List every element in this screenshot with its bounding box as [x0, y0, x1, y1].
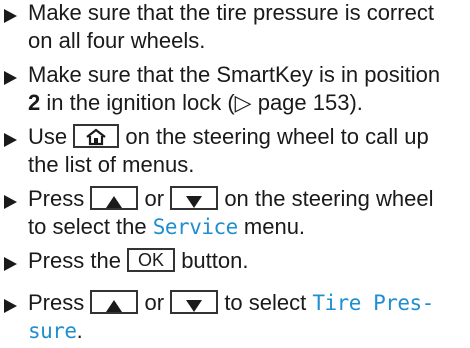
triangle-bullet-icon [4, 299, 17, 313]
step-text-pre: Press the [28, 248, 121, 273]
step-text-post: button. [181, 248, 249, 273]
step-text-or: or [144, 290, 165, 315]
position-number: 2 [28, 90, 41, 115]
triangle-bullet-icon [4, 133, 17, 147]
up-key [90, 290, 139, 315]
up-arrow-icon [106, 196, 123, 209]
step-text: sure. [28, 318, 83, 344]
home-icon [86, 128, 106, 146]
step-text: on all four wheels. [28, 28, 206, 53]
menu-name-tire-pressure-cont: sure [28, 319, 77, 343]
step-text-pre: Use [28, 124, 68, 149]
step-text: Press or to select Tire Pres- [28, 290, 434, 316]
ok-key: OK [127, 248, 176, 273]
step-text-end: . [76, 318, 83, 343]
step-text: to select the Service menu. [28, 214, 305, 240]
step-text-post: on the steering wheel [224, 186, 434, 211]
menu-name-service: Service [152, 215, 239, 239]
triangle-bullet-icon [4, 257, 17, 271]
step-text-pre: to select the [28, 214, 147, 239]
step-text: Make sure that the tire pressure is corr… [28, 0, 434, 25]
step-text-pre: Press [28, 290, 85, 315]
step-text: Make sure that the SmartKey is in positi… [28, 62, 441, 87]
step-text-rest: in the ignition lock (▷ page 153). [40, 90, 363, 115]
step-text: Use on the steering wheel to call up [28, 124, 429, 150]
down-key [170, 290, 219, 315]
triangle-bullet-icon [4, 71, 17, 85]
step-text-pre: Press [28, 186, 85, 211]
up-arrow-icon [106, 300, 123, 313]
down-arrow-icon [186, 196, 203, 209]
triangle-bullet-icon [4, 9, 17, 23]
up-key [90, 186, 139, 211]
step-text-post: to select [224, 290, 307, 315]
triangle-bullet-icon [4, 195, 17, 209]
menu-name-tire-pressure: Tire Pres- [312, 291, 434, 315]
instruction-page: Make sure that the tire pressure is corr… [0, 0, 470, 348]
step-text-post: menu. [237, 214, 306, 239]
step-text: Press or on the steering wheel [28, 186, 433, 212]
home-key [73, 124, 120, 149]
step-text-post: on the steering wheel to call up [125, 124, 429, 149]
step-text-or: or [144, 186, 165, 211]
down-arrow-icon [186, 300, 203, 313]
down-key [170, 186, 219, 211]
step-text: Press the OK button. [28, 248, 248, 274]
step-text: 2 in the ignition lock (▷ page 153). [28, 90, 363, 116]
step-text: the list of menus. [28, 152, 195, 177]
